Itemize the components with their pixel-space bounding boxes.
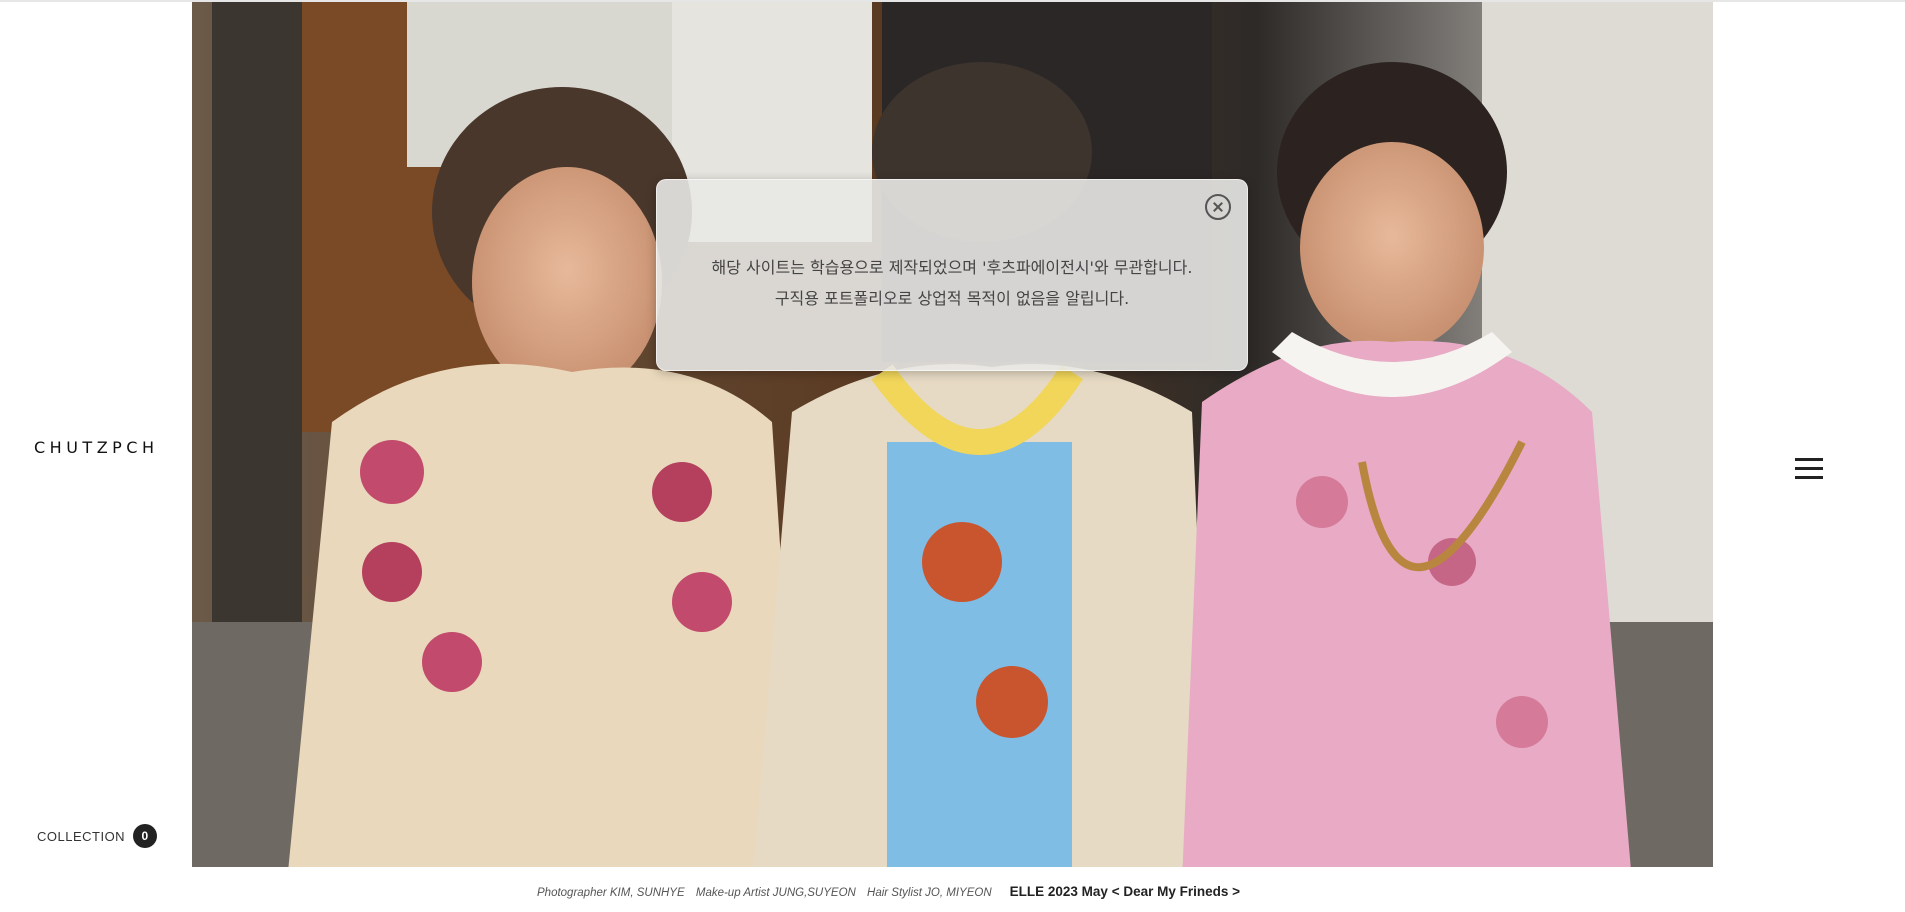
site-logo[interactable]: CHUTZPCH: [34, 438, 159, 457]
page: CHUTZPCH COLLECTION 0 해당 사이트는 학습용으로 제작되었…: [0, 0, 1905, 912]
notice-line-1: 해당 사이트는 학습용으로 제작되었으며 '후츠파에이전시'와 무관합니다.: [711, 258, 1193, 277]
close-circle-icon[interactable]: [1205, 194, 1231, 220]
collection-button[interactable]: COLLECTION 0: [37, 824, 158, 848]
notice-popup: 해당 사이트는 학습용으로 제작되었으며 '후츠파에이전시'와 무관합니다. 구…: [656, 179, 1248, 371]
photo-caption: Photographer KIM, SUNHYE Make-up Artist …: [537, 884, 1240, 899]
photo-credits: Photographer KIM, SUNHYE Make-up Artist …: [537, 887, 1000, 899]
credit-hair: Hair Stylist JO, MIYEON: [867, 887, 992, 899]
credit-photographer: Photographer KIM, SUNHYE: [537, 887, 685, 899]
credit-makeup: Make-up Artist JUNG,SUYEON: [695, 887, 856, 899]
collection-count-badge: 0: [133, 824, 158, 848]
collection-label: COLLECTION: [37, 828, 126, 844]
hero-photo-illustration: [192, 2, 1713, 867]
hamburger-menu-icon[interactable]: [1795, 455, 1823, 483]
hero-photo: [192, 2, 1713, 867]
caption-title: ELLE 2023 May < Dear My Frineds >: [1009, 884, 1240, 899]
notice-text: 해당 사이트는 학습용으로 제작되었으며 '후츠파에이전시'와 무관합니다. 구…: [657, 252, 1247, 314]
notice-line-2: 구직용 포트폴리오로 상업적 목적이 없음을 알립니다.: [774, 289, 1130, 308]
